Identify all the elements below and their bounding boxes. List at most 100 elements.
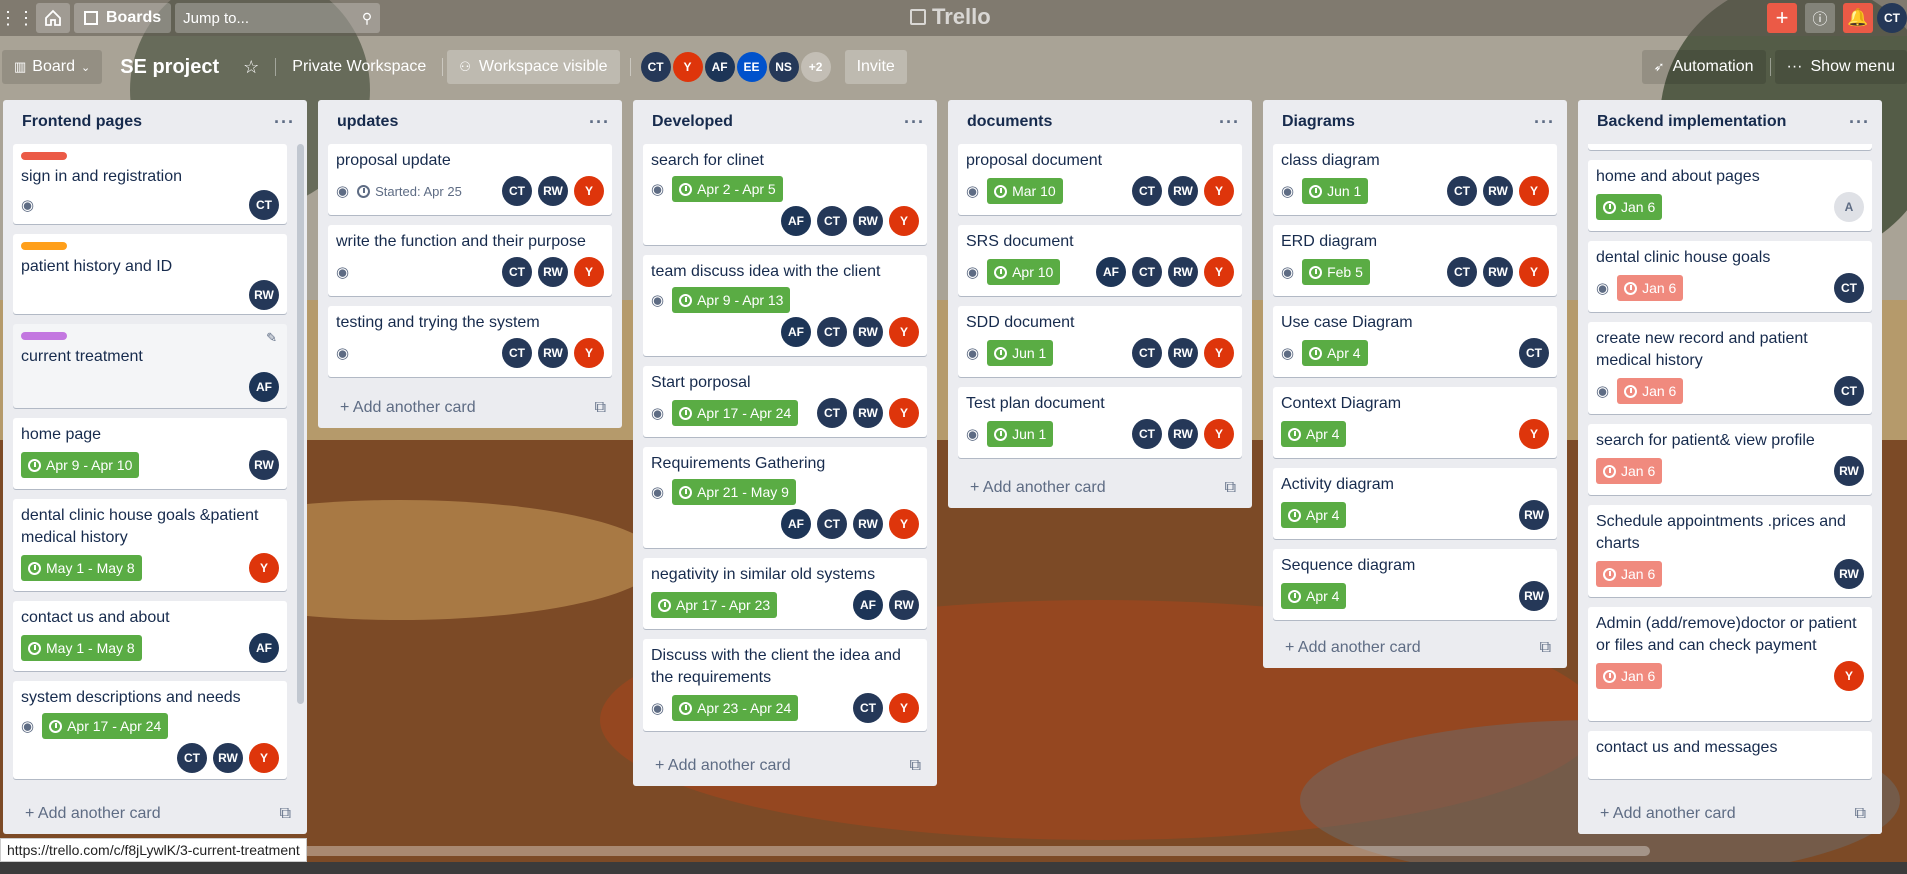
search-input[interactable]: Jump to... ⚲	[175, 3, 381, 33]
card-member[interactable]: CT	[502, 176, 532, 206]
card-member[interactable]: AF	[781, 317, 811, 347]
card-member[interactable]: Y	[889, 509, 919, 539]
card-member[interactable]: CT	[1132, 419, 1162, 449]
card[interactable]: proposal document ◉ Mar 10 CT RW Y	[958, 144, 1242, 215]
list-menu-icon[interactable]: ···	[1534, 112, 1555, 133]
due-date-badge[interactable]: Jun 1	[987, 421, 1054, 447]
card-member[interactable]: RW	[1834, 456, 1864, 486]
card-member[interactable]: CT	[817, 398, 847, 428]
due-date-badge[interactable]: Apr 9 - Apr 10	[21, 452, 140, 478]
due-date-badge[interactable]: Apr 23 - Apr 24	[672, 695, 799, 721]
card-member[interactable]: Y	[574, 176, 604, 206]
card[interactable]: Admin (add/remove)doctor or patient or f…	[1588, 607, 1872, 721]
card-member[interactable]: CT	[817, 317, 847, 347]
more-members-button[interactable]: +2	[800, 52, 831, 82]
list-title[interactable]: updates	[337, 113, 398, 131]
due-date-badge[interactable]: Apr 9 - Apr 13	[672, 287, 791, 313]
due-date-badge[interactable]: Apr 4	[1281, 421, 1347, 447]
card-member[interactable]: CT	[817, 509, 847, 539]
card-partial[interactable]	[1588, 144, 1872, 150]
card-member[interactable]: AF	[781, 206, 811, 236]
show-menu-button[interactable]: ··· Show menu	[1774, 50, 1907, 84]
card[interactable]: Start porposal ◉ Apr 17 - Apr 24 CT RW Y	[643, 366, 927, 437]
card[interactable]: team discuss idea with the client ◉ Apr 9…	[643, 255, 927, 356]
list-scrollbar[interactable]	[297, 144, 304, 704]
card-member[interactable]: RW	[1483, 176, 1513, 206]
card-member[interactable]: A	[1834, 192, 1864, 222]
due-date-badge[interactable]: Apr 21 - May 9	[672, 479, 796, 505]
start-date-badge[interactable]: Started: Apr 25	[357, 178, 462, 204]
card[interactable]: Activity diagram Apr 4 RW	[1273, 468, 1557, 539]
card-member[interactable]: CT	[1132, 176, 1162, 206]
add-card-button[interactable]: + Add another card ⧉	[1578, 794, 1882, 834]
card-member[interactable]: AF	[781, 509, 811, 539]
card[interactable]: system descriptions and needs ◉ Apr 17 - …	[13, 681, 287, 779]
card-member[interactable]: CT	[1132, 257, 1162, 287]
add-card-button[interactable]: + Add another card ⧉	[3, 794, 307, 834]
create-button[interactable]: +	[1767, 3, 1797, 33]
card-member[interactable]: RW	[853, 398, 883, 428]
card[interactable]: home and about pages Jan 6 A	[1588, 160, 1872, 231]
member-avatar[interactable]: EE	[736, 52, 767, 82]
card-member[interactable]: RW	[538, 338, 568, 368]
trello-logo[interactable]: Trello	[910, 4, 991, 30]
card-member[interactable]: RW	[538, 257, 568, 287]
card-member[interactable]: CT	[1447, 176, 1477, 206]
board-title[interactable]: SE project	[108, 50, 231, 84]
card-member[interactable]: RW	[213, 743, 243, 773]
due-date-badge[interactable]: Apr 4	[1281, 583, 1347, 609]
card-member[interactable]: CT	[502, 257, 532, 287]
card[interactable]: Schedule appointments .prices and charts…	[1588, 505, 1872, 597]
add-card-button[interactable]: + Add another card ⧉	[1263, 628, 1567, 668]
automation-button[interactable]: ➶ Automation	[1641, 50, 1766, 84]
card-member[interactable]: RW	[249, 450, 279, 480]
card[interactable]: proposal update ◉ Started: Apr 25 CT RW Y	[328, 144, 612, 215]
card-member[interactable]: RW	[1168, 419, 1198, 449]
card[interactable]: testing and trying the system ◉ CT RW Y	[328, 306, 612, 377]
due-date-badge[interactable]: Jun 1	[1302, 178, 1369, 204]
list-title[interactable]: Diagrams	[1282, 113, 1355, 131]
card[interactable]: Sequence diagram Apr 4 RW	[1273, 549, 1557, 620]
card[interactable]: write the function and their purpose ◉ C…	[328, 225, 612, 296]
list-title[interactable]: Backend implementation	[1597, 113, 1786, 131]
card[interactable]: Discuss with the client the idea and the…	[643, 639, 927, 731]
card[interactable]: Test plan document ◉ Jun 1 CT RW Y	[958, 387, 1242, 458]
due-date-badge[interactable]: Apr 4	[1302, 340, 1368, 366]
list-menu-icon[interactable]: ···	[1849, 112, 1870, 133]
template-icon[interactable]: ⧉	[910, 757, 921, 775]
due-date-badge[interactable]: May 1 - May 8	[21, 555, 142, 581]
card[interactable]: class diagram ◉ Jun 1 CT RW Y	[1273, 144, 1557, 215]
due-date-badge[interactable]: Jan 6	[1596, 458, 1663, 484]
card[interactable]: dental clinic house goals ◉ Jan 6 CT	[1588, 241, 1872, 312]
star-button[interactable]: ☆	[231, 50, 271, 84]
card-member[interactable]: CT	[853, 693, 883, 723]
due-date-badge[interactable]: Apr 17 - Apr 24	[672, 400, 799, 426]
card-member[interactable]: Y	[249, 743, 279, 773]
card-member[interactable]: Y	[889, 693, 919, 723]
workspace-button[interactable]: Private Workspace	[280, 50, 438, 84]
due-date-badge[interactable]: Apr 17 - Apr 23	[651, 592, 778, 618]
card-member[interactable]: CT	[502, 338, 532, 368]
card[interactable]: home page Apr 9 - Apr 10 RW	[13, 418, 287, 489]
due-date-badge[interactable]: Feb 5	[1302, 259, 1370, 285]
info-button[interactable]: ⓘ	[1805, 3, 1835, 33]
card-member[interactable]: RW	[853, 206, 883, 236]
card-member[interactable]: RW	[538, 176, 568, 206]
edit-pencil-icon[interactable]: ✎	[266, 330, 277, 346]
list-title[interactable]: documents	[967, 113, 1052, 131]
card-member[interactable]: RW	[1168, 257, 1198, 287]
visibility-button[interactable]: ⚇ Workspace visible	[447, 50, 620, 84]
card-member[interactable]: RW	[1168, 338, 1198, 368]
card[interactable]: contact us and messages	[1588, 731, 1872, 779]
card-member[interactable]: CT	[249, 190, 279, 220]
card[interactable]: SRS document ◉ Apr 10 AF CT RW Y	[958, 225, 1242, 296]
apps-grid-icon[interactable]: ⋮⋮	[0, 3, 35, 33]
template-icon[interactable]: ⧉	[1540, 639, 1551, 657]
card-member[interactable]: Y	[889, 206, 919, 236]
template-icon[interactable]: ⧉	[1855, 805, 1866, 823]
card-member[interactable]: AF	[249, 372, 279, 402]
user-avatar[interactable]: CT	[1877, 3, 1907, 33]
card-member[interactable]: RW	[853, 317, 883, 347]
card-label[interactable]	[21, 332, 67, 340]
card-member[interactable]: RW	[1519, 581, 1549, 611]
